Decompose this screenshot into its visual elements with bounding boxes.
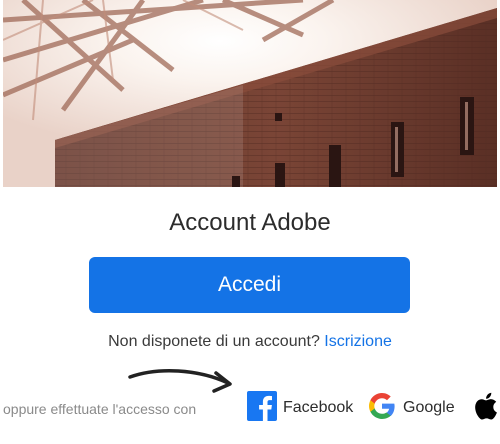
apple-icon [472,391,498,426]
signup-link[interactable]: Iscrizione [324,333,392,350]
signup-prompt: Non disponete di un account? Iscrizione [0,333,500,351]
google-label: Google [403,399,455,416]
google-icon [367,391,397,426]
facebook-label: Facebook [283,399,354,416]
social-intro-text: oppure effettuate l'accesso con [3,401,197,417]
google-sign-in-button[interactable]: Google [367,391,455,426]
arrow-icon [128,365,238,400]
sign-in-button[interactable]: Accedi [89,257,410,313]
facebook-sign-in-button[interactable]: Facebook [247,390,354,426]
apple-sign-in-button[interactable] [472,391,498,426]
hero-image [3,0,497,187]
facebook-icon [247,390,277,426]
login-page: Account Adobe Accedi Non disponete di un… [0,0,500,444]
page-title: Account Adobe [169,209,331,236]
no-account-text: Non disponete di un account? [108,333,320,350]
